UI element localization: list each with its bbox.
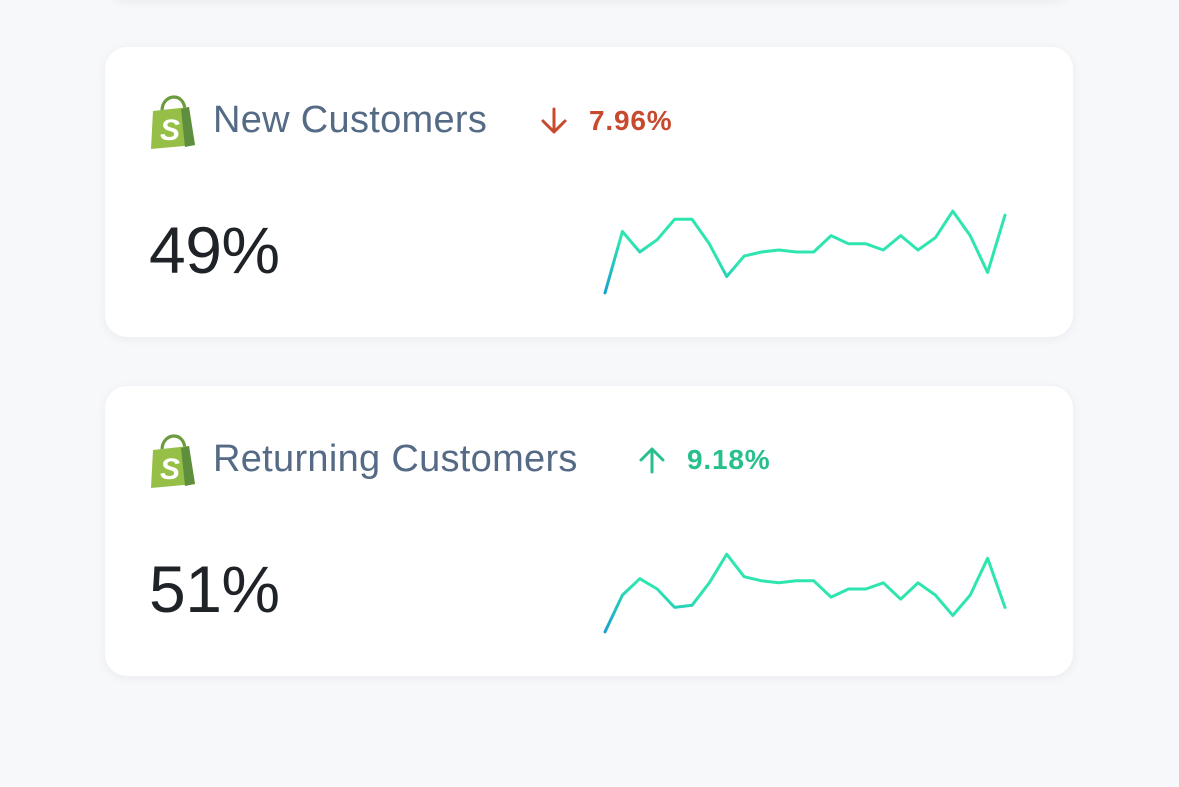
arrow-down-icon [541,107,567,134]
metric-value: 51% [149,552,280,626]
new-customers-card[interactable]: S New Customers 7.96% 49% [105,47,1073,337]
svg-text:S: S [160,114,180,147]
metric-value: 49% [149,213,280,287]
change-percent: 9.18% [687,444,771,475]
shopify-bag-icon: S [151,95,195,149]
card-title: Returning Customers [213,438,578,480]
change-percent: 7.96% [589,105,673,136]
shopify-bag-icon: S [151,434,195,488]
svg-text:S: S [160,453,180,486]
change-indicator: 7.96% [539,105,672,137]
sparkline-chart [603,209,1007,295]
sparkline-chart [603,552,1007,634]
customer-stats-page: S New Customers 7.96% 49% S Returning Cu… [0,0,1179,787]
card-title: New Customers [213,99,488,141]
arrow-up-icon [639,447,665,474]
change-indicator: 9.18% [637,444,770,476]
sparkline-series [603,209,1007,295]
returning-customers-card[interactable]: S Returning Customers 9.18% 51% [105,386,1073,676]
sparkline-series [603,552,1007,634]
